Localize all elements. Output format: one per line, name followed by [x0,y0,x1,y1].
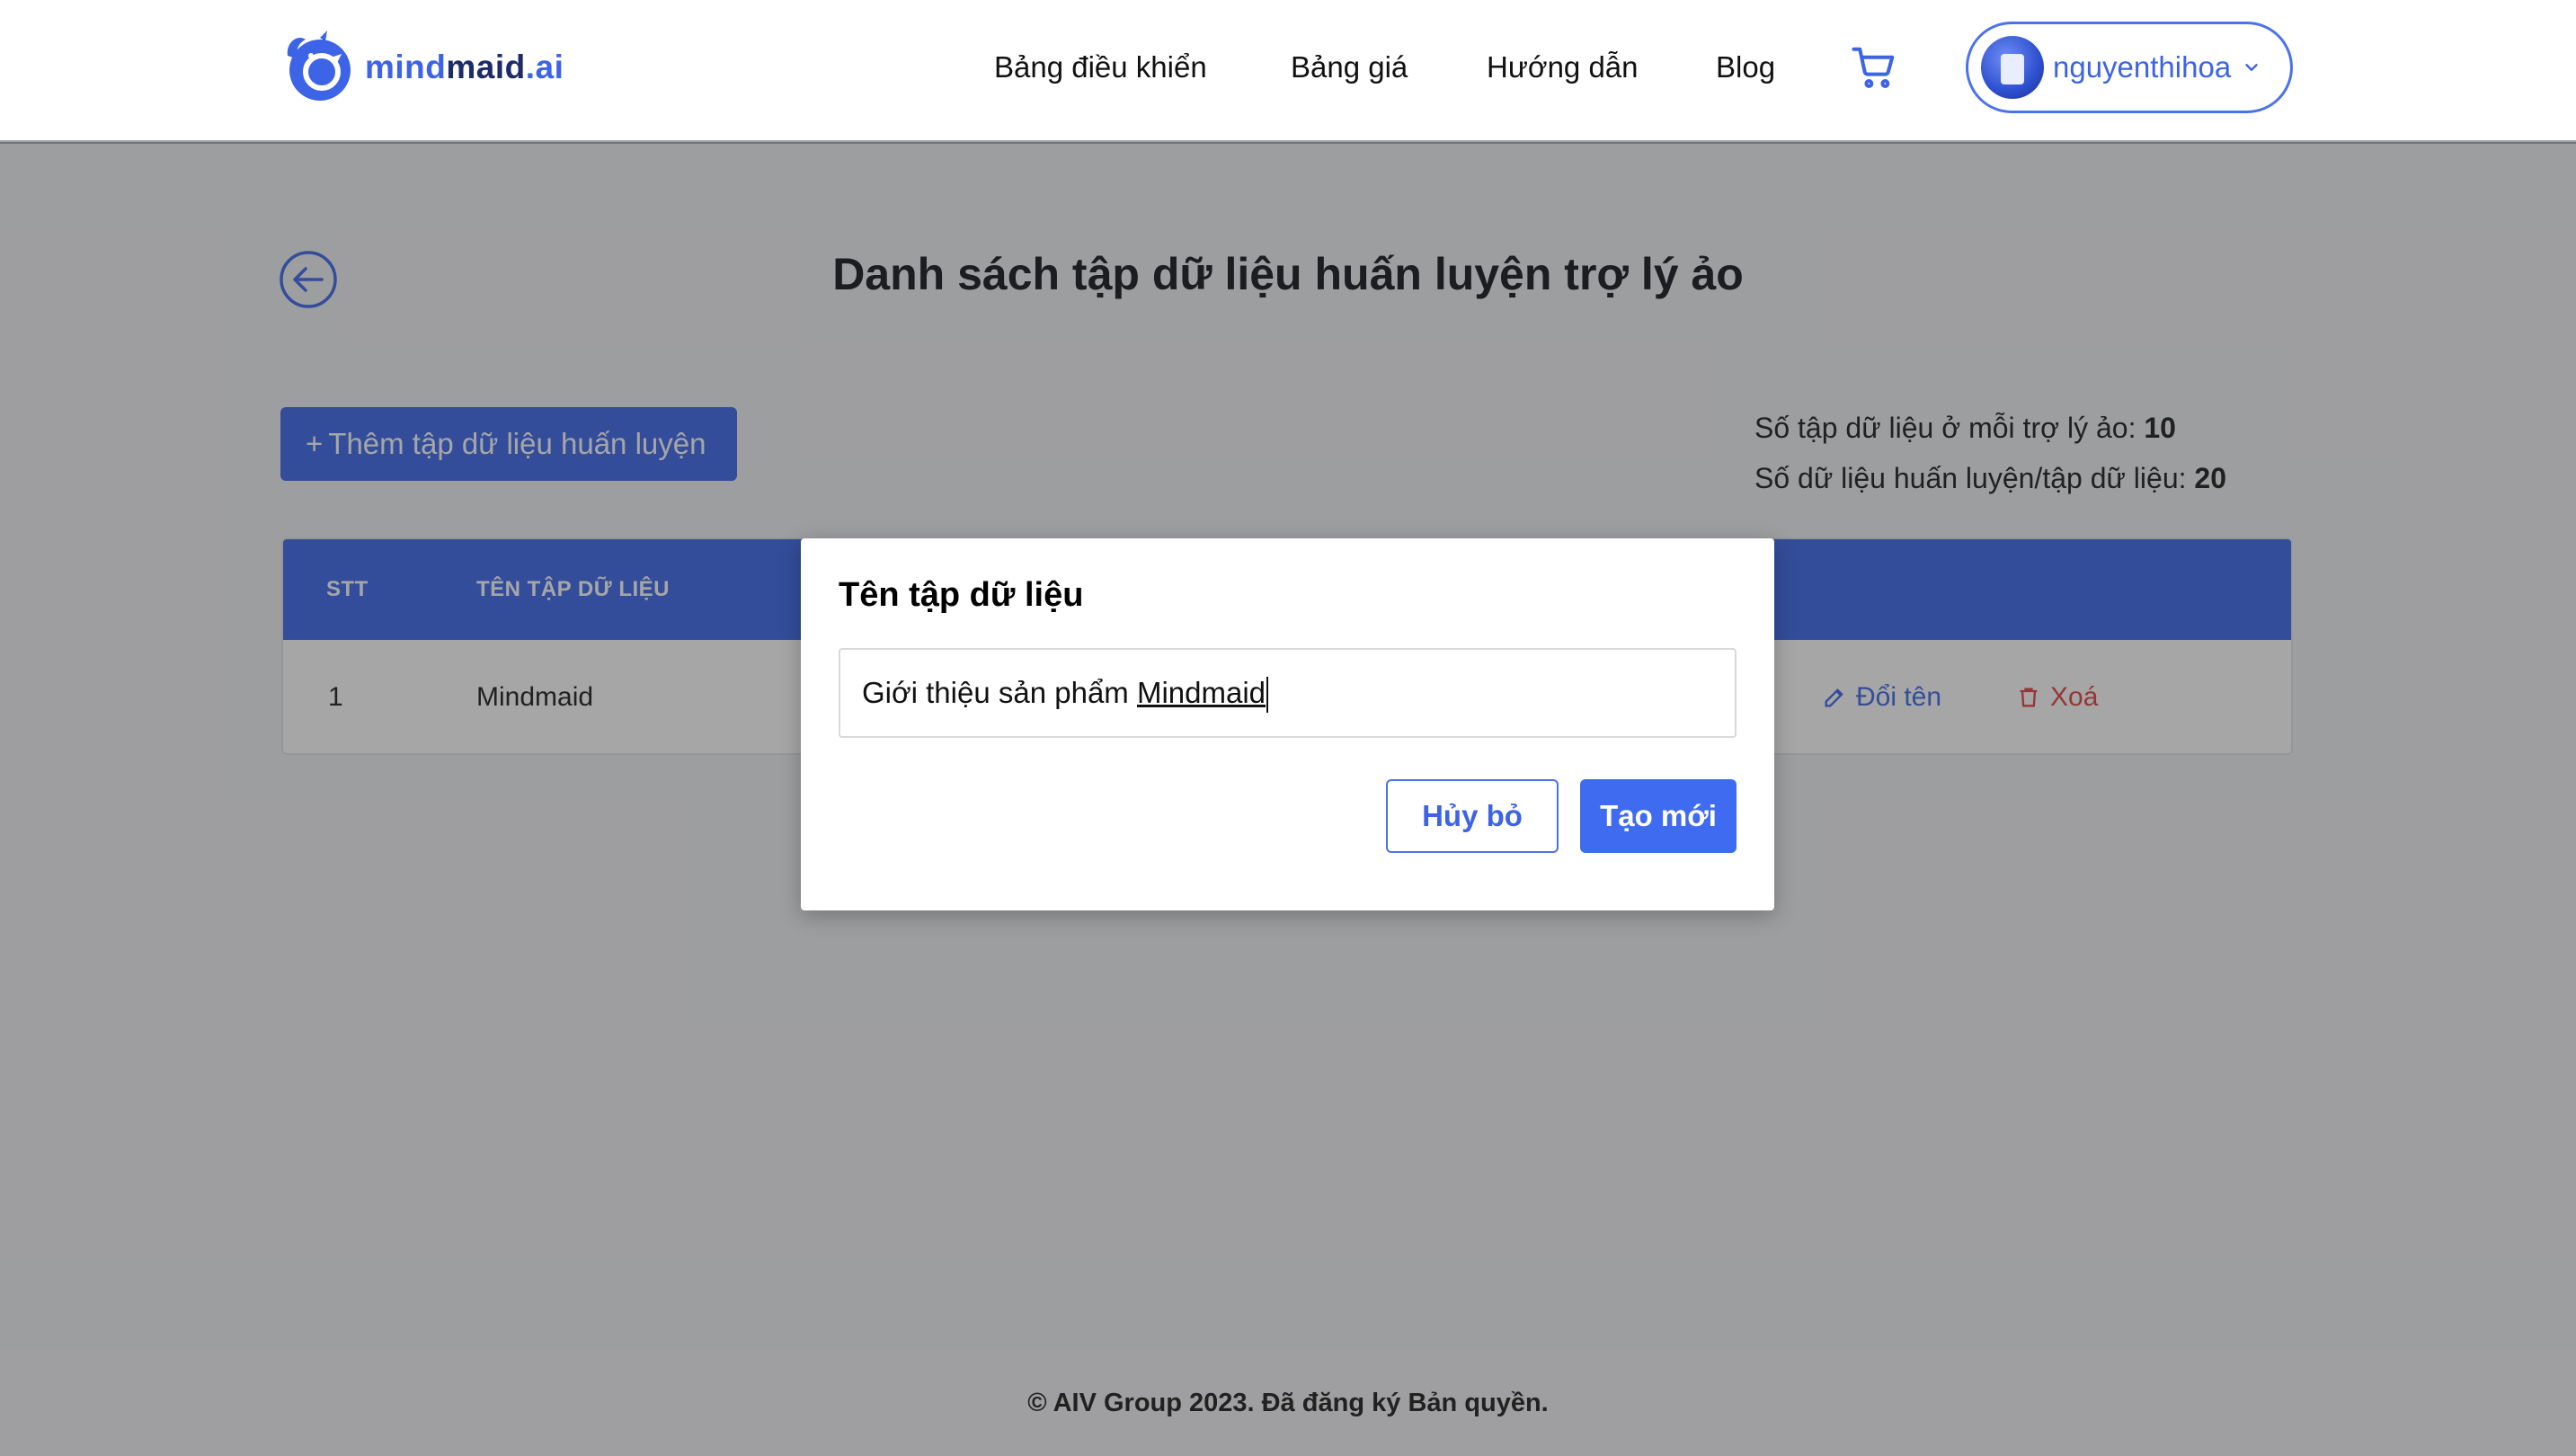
chevron-down-icon [2245,64,2258,71]
avatar [1981,36,2044,99]
user-name: nguyenthihoa [2053,50,2232,84]
top-navbar: mindmaid.ai Bảng điều khiển Bảng giá Hướ… [0,0,2576,142]
cart-icon[interactable] [1850,43,1898,92]
input-text-underlined: Mindmaid [1136,676,1266,709]
header-divider [0,140,2576,144]
nav-item-blog[interactable]: Blog [1716,45,1775,90]
cancel-button[interactable]: Hủy bỏ [1386,779,1559,853]
dataset-name-dialog: Tên tập dữ liệu Giới thiệu sản phẩm Mind… [801,538,1774,910]
input-text-prefix: Giới thiệu sản phẩm [862,676,1137,709]
nav-item-dashboard[interactable]: Bảng điều khiển [994,45,1207,90]
dialog-title: Tên tập dữ liệu [839,576,1084,614]
nav-item-guide[interactable]: Hướng dẫn [1487,45,1639,90]
nav-item-pricing[interactable]: Bảng giá [1291,45,1408,90]
create-button[interactable]: Tạo mới [1580,779,1737,853]
user-menu-button[interactable]: nguyenthihoa [1966,22,2293,113]
dataset-name-input[interactable]: Giới thiệu sản phẩm Mindmaid [839,648,1737,738]
text-caret [1266,677,1269,714]
